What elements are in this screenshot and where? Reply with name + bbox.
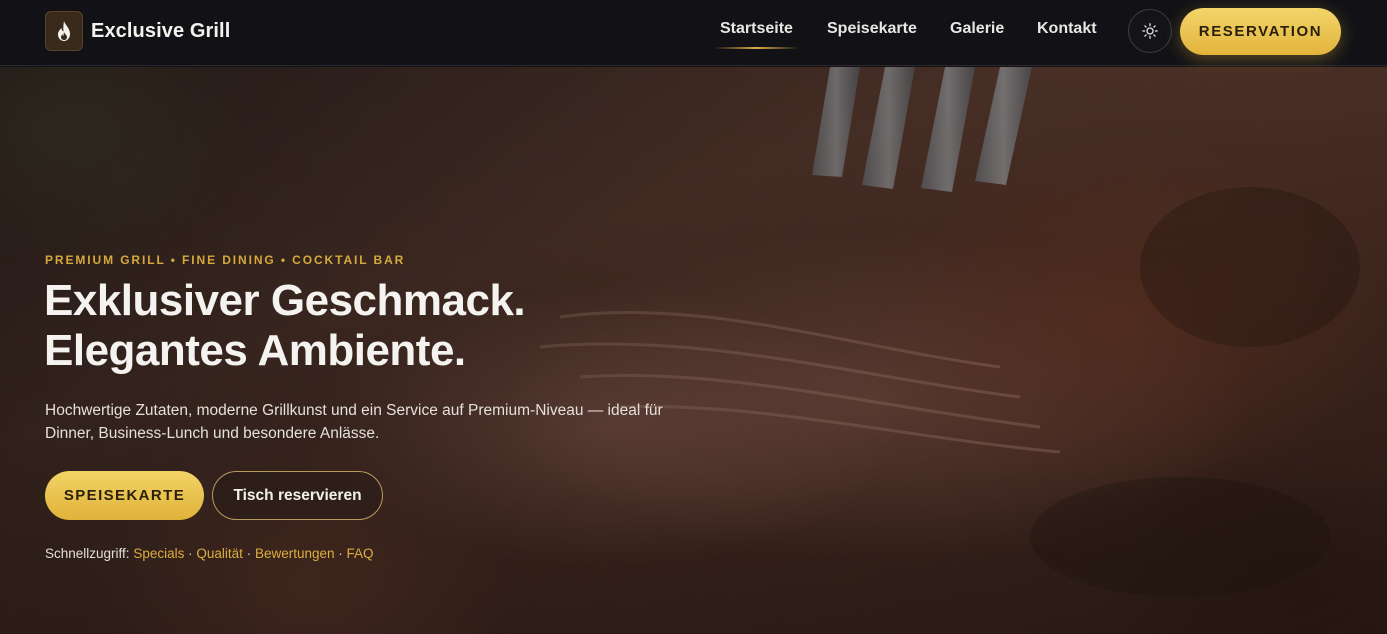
- nav-galerie[interactable]: Galerie: [950, 20, 1004, 38]
- theme-toggle-button[interactable]: [1128, 9, 1172, 53]
- separator: ·: [188, 546, 193, 561]
- quick-link-specials[interactable]: Specials: [133, 546, 184, 561]
- separator: ·: [246, 546, 252, 561]
- reserve-table-button[interactable]: Tisch reservieren: [212, 471, 383, 520]
- reservation-button[interactable]: RESERVATION: [1180, 8, 1341, 55]
- quick-access-label: Schnellzugriff:: [45, 546, 130, 561]
- nav-kontakt[interactable]: Kontakt: [1037, 20, 1097, 38]
- hero-headline: Exklusiver Geschmack. Elegantes Ambiente…: [44, 276, 526, 376]
- quick-link-qualitaet[interactable]: Qualität: [196, 546, 243, 561]
- main-nav: Startseite Speisekarte Galerie Kontakt: [0, 20, 1387, 50]
- separator: ·: [338, 546, 343, 561]
- quick-link-faq[interactable]: FAQ: [347, 546, 374, 561]
- nav-startseite[interactable]: Startseite: [714, 20, 799, 49]
- quick-link-bewertungen[interactable]: Bewertungen: [255, 546, 335, 561]
- nav-speisekarte[interactable]: Speisekarte: [827, 20, 917, 38]
- headline-line-1: Exklusiver Geschmack.: [44, 276, 526, 325]
- hero-kicker: PREMIUM GRILL • FINE DINING • COCKTAIL B…: [45, 253, 406, 267]
- sun-icon: [1142, 23, 1158, 39]
- speisekarte-button[interactable]: SPEISEKARTE: [45, 471, 204, 520]
- headline-line-2: Elegantes Ambiente.: [44, 326, 466, 375]
- hero-description: Hochwertige Zutaten, moderne Grillkunst …: [45, 402, 663, 442]
- hero-section: PREMIUM GRILL • FINE DINING • COCKTAIL B…: [0, 67, 1387, 634]
- quick-access: Schnellzugriff: Specials · Qualität · Be…: [45, 546, 374, 561]
- top-navbar: Exclusive Grill Startseite Speisekarte G…: [0, 0, 1387, 66]
